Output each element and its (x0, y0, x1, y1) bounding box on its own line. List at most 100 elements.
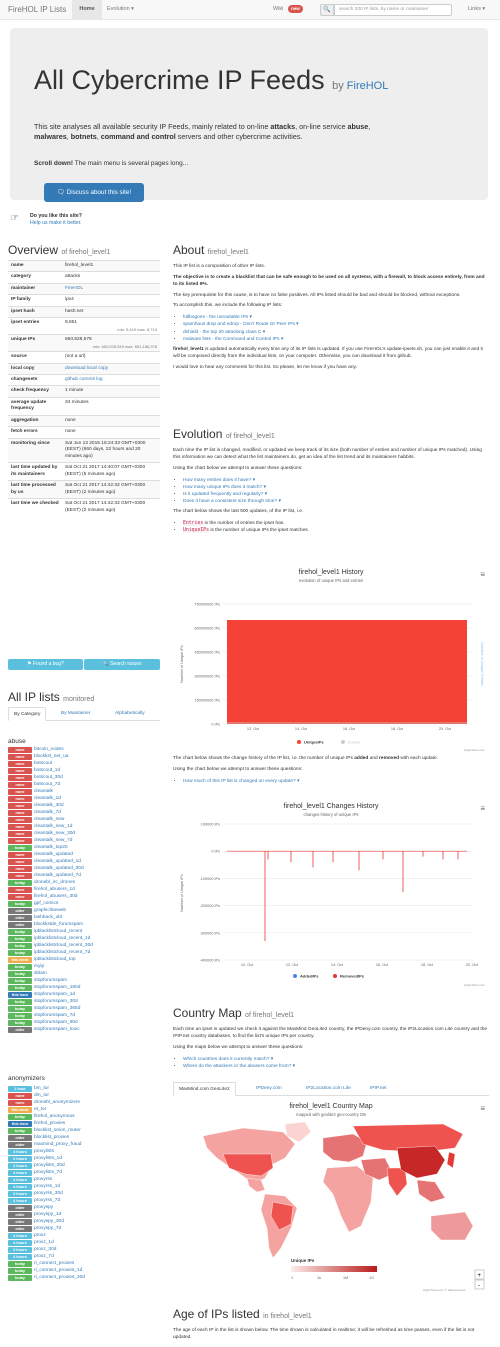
list-link[interactable]: cleantalk (34, 789, 53, 794)
nav-evolution-dropdown[interactable]: Evolution ▾ (107, 6, 134, 13)
list-item[interactable]: today ipblacklistcloud_recent_30d (8, 942, 93, 949)
list-item[interactable]: 4 hours proxylists (8, 1148, 85, 1155)
list-link[interactable]: dronebl_anonymizers (34, 1100, 80, 1105)
list-item[interactable]: older maxmind_proxy_fraud (8, 1141, 85, 1148)
list-item[interactable]: today ri_connect_proxies_1d (8, 1267, 85, 1274)
list-item[interactable]: today stopforumspam_7d (8, 1012, 93, 1019)
list-link[interactable]: botscout_1d (34, 768, 60, 773)
list-link[interactable]: cleantalk_1d (34, 796, 61, 801)
list-item[interactable]: none botscout_7d (8, 781, 93, 788)
list-link[interactable]: blocklist_net_ua (34, 754, 68, 759)
list-item[interactable]: 4 hours proxylists_30d (8, 1162, 85, 1169)
list-link[interactable]: proxz_7d (34, 1254, 54, 1259)
list-link[interactable]: stopforumspam_7d (34, 1013, 75, 1018)
list-link[interactable]: ipblacklistcloud_recent (34, 929, 82, 934)
list-link[interactable]: proxyrss_7d (34, 1198, 60, 1203)
list-item[interactable]: older proxyspy_30d (8, 1218, 85, 1225)
list-link[interactable]: proxyspy_1d (34, 1212, 61, 1217)
question-item[interactable]: malware lists - the Command and Control … (183, 336, 489, 343)
list-link[interactable]: blocklist_proxies (34, 1135, 69, 1140)
list-item[interactable]: today stopforumspam (8, 977, 93, 984)
list-item[interactable]: none cleantalk_7d (8, 809, 93, 816)
question-item[interactable]: Does it have a consistent size through t… (183, 498, 489, 505)
list-item[interactable]: today firehol_anonymous (8, 1113, 85, 1120)
list-item[interactable]: none cleantalk_new_7d (8, 837, 93, 844)
list-link[interactable]: cleantalk_updated_30d (34, 866, 84, 871)
list-link[interactable]: proxylists_1d (34, 1156, 62, 1161)
discuss-button[interactable]: 🗨 Discuss about this site! (44, 183, 144, 202)
list-link[interactable]: maxmind_proxy_fraud (34, 1142, 81, 1147)
question-item[interactable]: dshield - the top 20 attacking class C ▾ (183, 329, 489, 336)
list-item[interactable]: older blocklistde_forumspam (8, 921, 93, 928)
tab-by-category[interactable]: By Category (8, 707, 47, 721)
overview-value[interactable]: download local copy (62, 362, 160, 375)
list-item[interactable]: today stopforumspam_30d (8, 998, 93, 1005)
list-item[interactable]: none cleantalk_new_1d (8, 823, 93, 830)
tab-ip2location[interactable]: IP2Location.com Lite (301, 1082, 356, 1096)
list-link[interactable]: cleantalk_new_1d (34, 824, 72, 829)
tab-maxmind[interactable]: MaxMind.com GeoLite2 (173, 1082, 236, 1096)
list-link[interactable]: proxylists (34, 1149, 54, 1154)
question-item[interactable]: spamhaus drop and edrop - Don't Route Or… (183, 321, 489, 328)
list-item[interactable]: none cleantalk_new_30d (8, 830, 93, 837)
list-item[interactable]: today ipblacklistcloud_recent (8, 928, 93, 935)
tab-alphabetically[interactable]: Alphabetically (110, 707, 150, 721)
list-item[interactable]: 4 hours proxz_1d (8, 1239, 85, 1246)
list-item[interactable]: older graphiclineweb (8, 907, 93, 914)
list-item[interactable]: none bitcoin_nodes (8, 746, 93, 753)
question-item[interactable]: Is it updated frequently and regularly? … (183, 491, 489, 498)
list-item[interactable]: today blocklist_onion_router (8, 1127, 85, 1134)
list-item[interactable]: 4 hours proxyrss_30d (8, 1190, 85, 1197)
list-link[interactable]: ipblacklistcloud_top (34, 957, 76, 962)
list-link[interactable]: ipblacklistcloud_recent_30d (34, 943, 93, 948)
list-item[interactable]: 4 hours proxz (8, 1232, 85, 1239)
list-item[interactable]: today stopforumspam_180d (8, 984, 93, 991)
list-item[interactable]: today stopforumspam_365d (8, 1005, 93, 1012)
changes-question[interactable]: How much of this IP list is changed on e… (183, 778, 489, 785)
list-item[interactable]: none cleantalk_1d (8, 795, 93, 802)
question-item[interactable]: How many entries does it have? ▾ (183, 477, 489, 484)
list-link[interactable]: cleantalk_updated_1d (34, 859, 81, 864)
tab-by-maintainer[interactable]: By Maintainer (56, 707, 95, 721)
list-item[interactable]: today ri_connect_proxies_30d (8, 1274, 85, 1281)
list-link[interactable]: firehol_proxies (34, 1121, 65, 1126)
list-link[interactable]: firehol_abusers_30d (34, 894, 77, 899)
list-item[interactable]: today cleantalk_top20 (8, 844, 93, 851)
list-link[interactable]: ri_connect_proxies_1d (34, 1268, 82, 1273)
list-item[interactable]: this hour firehol_proxies (8, 1120, 85, 1127)
list-link[interactable]: stopforumspam_1d (34, 992, 75, 997)
list-item[interactable]: today ipblacklistcloud_recent_7d (8, 949, 93, 956)
list-link[interactable]: botscout_30d (34, 775, 63, 780)
list-item[interactable]: today myip (8, 963, 93, 970)
question-item[interactable]: fullbogons - the unroutable IPs ▾ (183, 314, 489, 321)
list-link[interactable]: et_tor (34, 1107, 46, 1112)
list-link[interactable]: cleantalk_new_30d (34, 831, 75, 836)
list-link[interactable]: stopforumspam_toxic (34, 1027, 80, 1032)
list-link[interactable]: botscout (34, 761, 52, 766)
question-item[interactable]: How many unique IPs does it match? ▾ (183, 484, 489, 491)
list-link[interactable]: ipblacklistcloud_recent_7d (34, 950, 90, 955)
list-link[interactable]: cleantalk_7d (34, 810, 61, 815)
list-link[interactable]: proxyrss_1d (34, 1184, 60, 1189)
list-item[interactable]: none firehol_abusers_1d (8, 886, 93, 893)
list-link[interactable]: proxylists_7d (34, 1170, 62, 1175)
list-link[interactable]: bm_tor (34, 1086, 49, 1091)
list-link[interactable]: cleantalk_updated (34, 852, 73, 857)
question-item[interactable]: Which countries does it currently match?… (183, 1056, 489, 1063)
list-link[interactable]: proxyrss (34, 1177, 52, 1182)
list-item[interactable]: this week et_tor (8, 1106, 85, 1113)
list-item[interactable]: none cleantalk_updated_7d (8, 872, 93, 879)
list-item[interactable]: none botscout_1d (8, 767, 93, 774)
list-item[interactable]: none dronebl_anonymizers (8, 1099, 85, 1106)
search-issues-button[interactable]: 🔍 Search issues (84, 659, 160, 670)
list-link[interactable]: proxyspy (34, 1205, 53, 1210)
list-link[interactable]: stopforumspam (34, 978, 67, 983)
list-item[interactable]: 4 hours proxz_30d (8, 1246, 85, 1253)
list-item[interactable]: 4 hours proxyrss (8, 1176, 85, 1183)
list-item[interactable]: today ri_connect_proxies (8, 1260, 85, 1267)
list-item[interactable]: none cleantalk_updated (8, 851, 93, 858)
list-link[interactable]: dm_tor (34, 1093, 49, 1098)
found-bug-button[interactable]: ⚑ Found a bug? (8, 659, 83, 670)
list-link[interactable]: bitcoin_nodes (34, 747, 64, 752)
nav-home[interactable]: Home (72, 0, 102, 19)
